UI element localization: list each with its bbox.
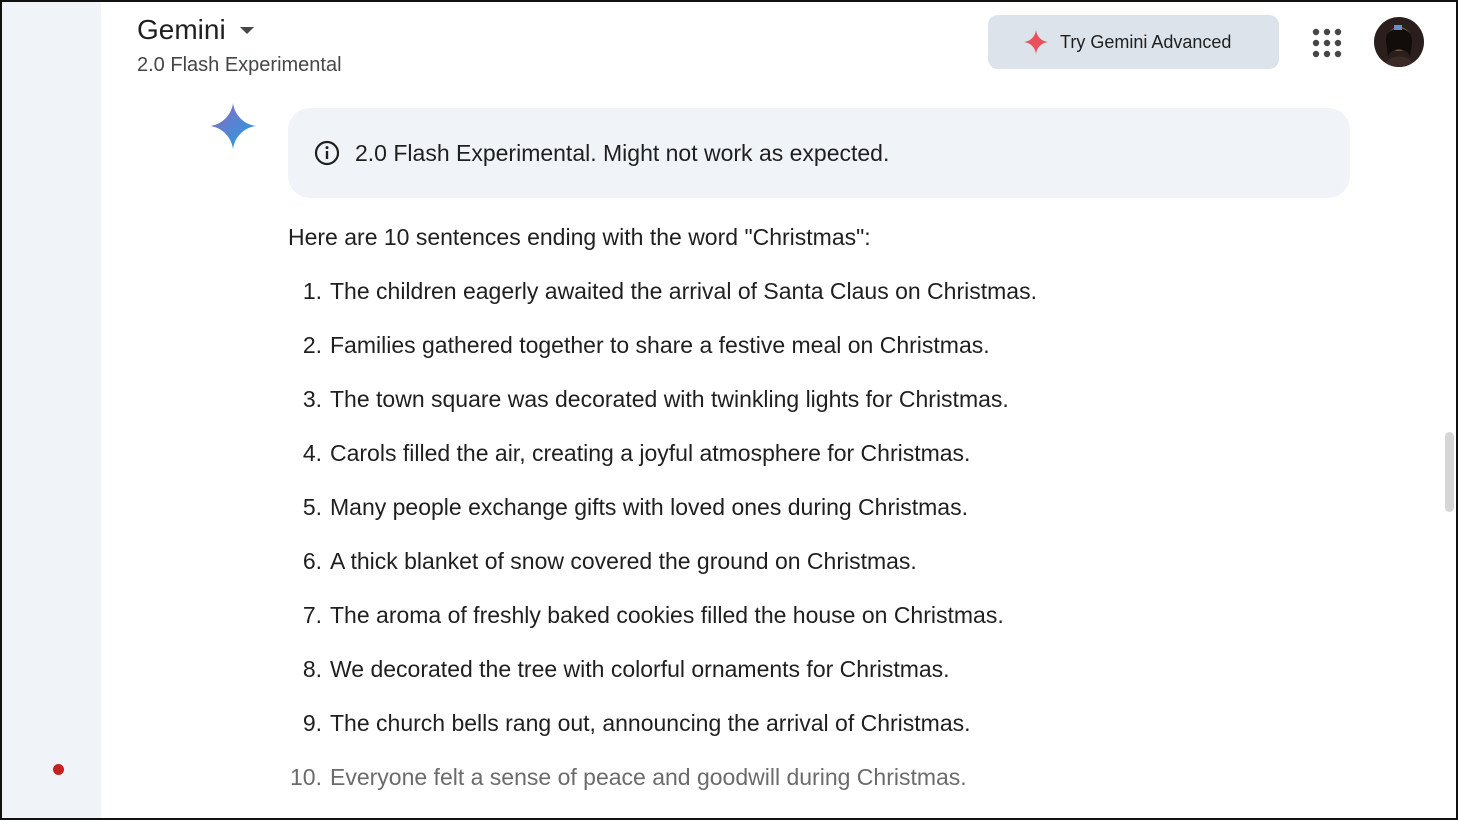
list-item-text: Carols filled the air, creating a joyful… xyxy=(330,440,971,466)
sidebar xyxy=(2,2,101,818)
list-item-text: The church bells rang out, announcing th… xyxy=(330,710,971,736)
list-item: 5. Many people exchange gifts with loved … xyxy=(288,494,1037,548)
list-item: 3. The town square was decorated with twi… xyxy=(288,386,1037,440)
list-item: 7. The aroma of freshly baked cookies fil… xyxy=(288,602,1037,656)
info-icon xyxy=(314,140,340,166)
app-name: Gemini xyxy=(137,14,226,45)
try-advanced-button[interactable]: Try Gemini Advanced xyxy=(988,15,1279,69)
model-name: 2.0 Flash Experimental xyxy=(137,54,342,76)
chevron-down-icon xyxy=(239,26,254,34)
list-item-number: 6. xyxy=(302,548,322,574)
list-item-number: 5. xyxy=(302,494,322,520)
list-item-text: The town square was decorated with twink… xyxy=(330,386,1009,412)
list-item-text: Families gathered together to share a fe… xyxy=(330,332,990,358)
experimental-notice: 2.0 Flash Experimental. Might not work a… xyxy=(288,108,1350,198)
list-item: 4. Carols filled the air, creating a joyf… xyxy=(288,440,1037,494)
list-item-number: 3. xyxy=(302,386,322,412)
list-item: 10. Everyone felt a sense of peace and go… xyxy=(288,764,1037,818)
avatar-image xyxy=(1374,17,1424,67)
list-item-text: A thick blanket of snow covered the grou… xyxy=(330,548,917,574)
gemini-sparkle-icon xyxy=(210,103,256,149)
list-item-number: 8. xyxy=(302,656,322,682)
list-item: 6. A thick blanket of snow covered the gr… xyxy=(288,548,1037,602)
list-item-number: 4. xyxy=(302,440,322,466)
try-advanced-label: Try Gemini Advanced xyxy=(1060,31,1232,52)
list-item-number: 9. xyxy=(302,710,322,736)
list-item-text: We decorated the tree with colorful orna… xyxy=(330,656,950,682)
model-selector[interactable]: Gemini xyxy=(137,14,254,46)
list-item-text: The aroma of freshly baked cookies fille… xyxy=(330,602,1004,628)
list-item: 1. The children eagerly awaited the arriv… xyxy=(288,278,1037,332)
notice-text: 2.0 Flash Experimental. Might not work a… xyxy=(355,139,890,166)
list-item-number: 7. xyxy=(302,602,322,628)
sparkle-icon xyxy=(1024,30,1048,54)
apps-grid-icon xyxy=(1312,28,1342,58)
list-item-number: 1. xyxy=(302,278,322,304)
google-apps-button[interactable] xyxy=(1310,26,1344,60)
list-item-number: 2. xyxy=(302,332,322,358)
avatar[interactable] xyxy=(1374,17,1424,67)
list-item-text: The children eagerly awaited the arrival… xyxy=(330,278,1037,304)
scrollbar-thumb[interactable] xyxy=(1445,432,1454,512)
recording-indicator xyxy=(53,764,64,775)
list-item-number: 10. xyxy=(290,764,322,790)
response-intro: Here are 10 sentences ending with the wo… xyxy=(288,224,871,250)
list-item-text: Everyone felt a sense of peace and goodw… xyxy=(330,764,967,790)
response-list: 1. The children eagerly awaited the arriv… xyxy=(288,278,1037,818)
list-item: 8. We decorated the tree with colorful or… xyxy=(288,656,1037,710)
list-item: 2. Families gathered together to share a … xyxy=(288,332,1037,386)
list-item-text: Many people exchange gifts with loved on… xyxy=(330,494,968,520)
list-item: 9. The church bells rang out, announcing … xyxy=(288,710,1037,764)
